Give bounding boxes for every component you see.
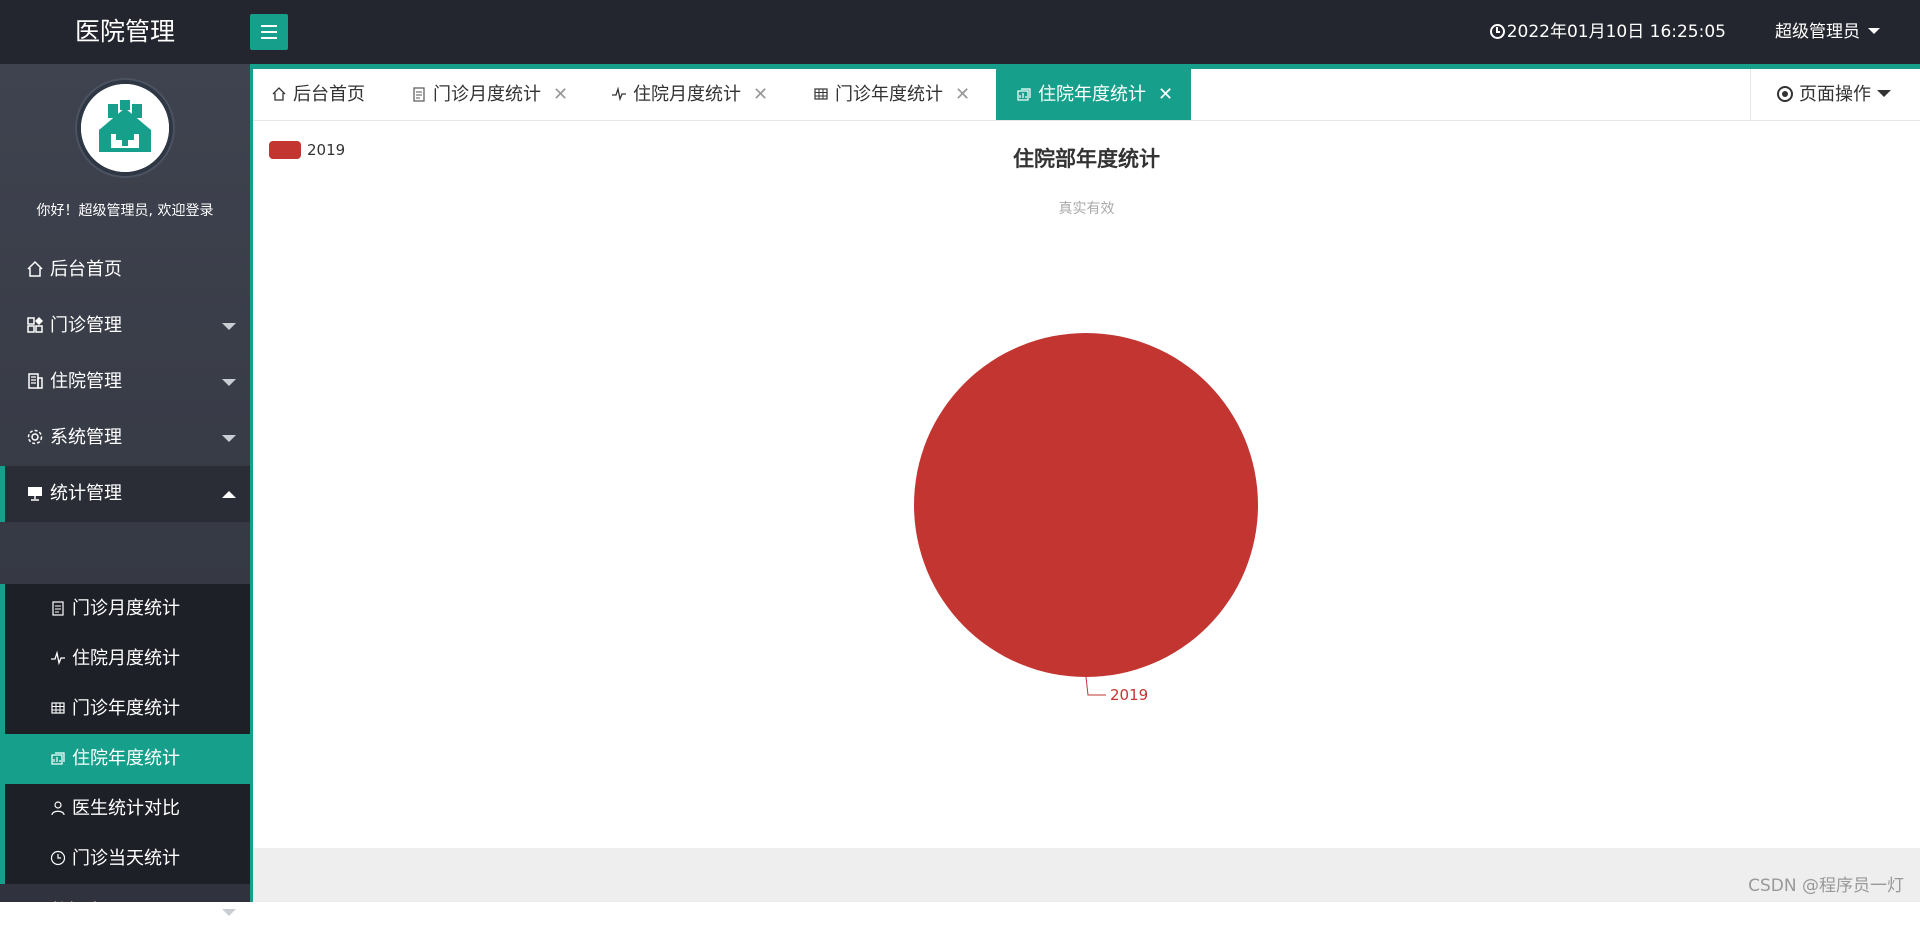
sidebar: 你好！超级管理员, 欢迎登录 后台首页 门诊管理 住院管理 系统管理 统计管理 … xyxy=(0,64,250,922)
tab-label: 住院月度统计 xyxy=(633,84,741,105)
submenu-item-outpatient-monthly[interactable]: 门诊月度统计 xyxy=(5,584,250,634)
document-icon xyxy=(29,903,41,919)
chevron-down-icon xyxy=(222,909,236,916)
tab-label: 门诊月度统计 xyxy=(433,84,541,105)
user-label: 超级管理员 xyxy=(1775,22,1860,42)
submenu-item-label: 住院年度统计 xyxy=(72,748,180,769)
chevron-down-icon xyxy=(222,435,236,442)
home-icon xyxy=(272,87,286,101)
submenu-item-inpatient-yearly[interactable]: 住院年度统计 xyxy=(5,734,250,784)
avatar xyxy=(77,80,173,176)
nav-item-system[interactable]: 系统管理 xyxy=(0,410,250,466)
tab-inpatient-yearly[interactable]: 住院年度统计 ✕ xyxy=(996,69,1192,120)
nav-item-statistics[interactable]: 统计管理 xyxy=(0,466,250,522)
close-icon[interactable]: ✕ xyxy=(1158,69,1173,120)
caret-down-icon xyxy=(1868,28,1880,34)
tab-inpatient-monthly[interactable]: 住院月度统计 ✕ xyxy=(611,69,768,120)
nav-item-inpatient[interactable]: 住院管理 xyxy=(0,354,250,410)
nav-item-label: 后台首页 xyxy=(50,259,122,280)
app-title: 医院管理 xyxy=(74,17,175,46)
chart-card-icon xyxy=(51,752,65,765)
submenu-item-doctor-compare[interactable]: 医生统计对比 xyxy=(5,784,250,834)
pie-label-line xyxy=(1085,676,1106,696)
tab-outpatient-monthly[interactable]: 门诊月度统计 ✕ xyxy=(411,69,568,120)
hamburger-icon xyxy=(261,25,277,27)
hamburger-icon xyxy=(261,31,277,33)
top-bar: 医院管理 2022年01月10日 16:25:05 超级管理员 xyxy=(0,0,1920,64)
pie-slice[interactable] xyxy=(914,333,1258,677)
pulse-icon xyxy=(612,86,626,102)
chart-subtitle: 真实有效 xyxy=(1058,201,1115,217)
welcome-text: 你好！超级管理员, 欢迎登录 xyxy=(36,203,214,219)
chart-title: 住院部年度统计 xyxy=(1013,147,1160,171)
pie-slice-label: 2019 xyxy=(1110,686,1148,704)
chevron-up-icon xyxy=(222,491,236,498)
nav-item-label: 统计管理 xyxy=(50,483,122,504)
tab-label: 后台首页 xyxy=(293,84,365,105)
nav-item-label: 数据中心 xyxy=(50,901,122,922)
gear-icon xyxy=(27,429,43,445)
close-icon[interactable]: ✕ xyxy=(753,69,768,120)
pulse-icon xyxy=(51,650,65,666)
clipboard-icon xyxy=(52,601,64,616)
datetime-display: 2022年01月10日 16:25:05 xyxy=(1489,0,1726,64)
close-icon[interactable]: ✕ xyxy=(955,69,970,120)
nav-item-label: 门诊管理 xyxy=(50,315,122,336)
nav-item-outpatient[interactable]: 门诊管理 xyxy=(0,298,250,354)
watermark: CSDN @程序员一灯 xyxy=(1748,876,1904,896)
tab-label: 门诊年度统计 xyxy=(835,84,943,105)
submenu-item-outpatient-yearly[interactable]: 门诊年度统计 xyxy=(5,684,250,734)
table-icon xyxy=(814,88,828,100)
nav-item-data-center[interactable]: 数据中心 xyxy=(0,884,250,940)
submenu-item-label: 门诊年度统计 xyxy=(72,698,180,719)
table-icon xyxy=(51,702,65,714)
hamburger-icon xyxy=(261,37,277,39)
submenu-item-outpatient-daily[interactable]: 门诊当天统计 xyxy=(5,834,250,884)
monitor-icon xyxy=(28,487,42,501)
statistics-submenu: 门诊月度统计 住院月度统计 门诊年度统计 住院年度统计 医生统计对比 门诊当天统… xyxy=(0,584,250,884)
footer-band xyxy=(253,848,1920,902)
grid-icon xyxy=(27,317,43,333)
target-icon xyxy=(1777,86,1793,102)
menu-toggle-button[interactable] xyxy=(250,14,288,50)
nav-item-label: 住院管理 xyxy=(50,371,122,392)
pie-chart: 2019 xyxy=(914,333,1258,704)
close-icon[interactable]: ✕ xyxy=(553,69,568,120)
datetime-text: 2022年01月10日 16:25:05 xyxy=(1506,22,1726,42)
hospital-logo-icon xyxy=(81,84,169,172)
chevron-down-icon xyxy=(222,323,236,330)
submenu-item-label: 门诊月度统计 xyxy=(72,598,180,619)
clock-icon xyxy=(50,850,66,866)
submenu-item-label: 门诊当天统计 xyxy=(72,848,180,869)
page-ops-label: 页面操作 xyxy=(1799,84,1871,105)
chart-panel: 2019 2019 住院部年度统计 真实有效 xyxy=(253,121,1920,848)
nav-item-home[interactable]: 后台首页 xyxy=(0,242,250,298)
building-icon xyxy=(28,373,43,389)
tab-label: 住院年度统计 xyxy=(1038,84,1146,105)
submenu-item-label: 医生统计对比 xyxy=(72,798,180,819)
submenu-item-label: 住院月度统计 xyxy=(72,648,180,669)
clipboard-icon xyxy=(413,87,425,102)
chart-card-icon xyxy=(1017,88,1031,101)
tab-bar: 后台首页 门诊月度统计 ✕ 住院月度统计 ✕ 门诊年度统计 ✕ 住院年度统计 ✕ 页面操… xyxy=(253,69,1920,121)
home-icon xyxy=(27,260,43,277)
page-operations-dropdown[interactable]: 页面操作 xyxy=(1750,69,1920,120)
nav-item-label: 系统管理 xyxy=(50,427,122,448)
submenu-item-inpatient-monthly[interactable]: 住院月度统计 xyxy=(5,634,250,684)
tab-home[interactable]: 后台首页 xyxy=(271,69,365,120)
caret-down-icon xyxy=(1877,90,1891,97)
chevron-down-icon xyxy=(222,379,236,386)
user-menu[interactable]: 超级管理员 xyxy=(1775,0,1880,64)
tab-outpatient-yearly[interactable]: 门诊年度统计 ✕ xyxy=(813,69,970,120)
person-icon xyxy=(51,801,65,816)
clock-icon xyxy=(1489,24,1505,39)
